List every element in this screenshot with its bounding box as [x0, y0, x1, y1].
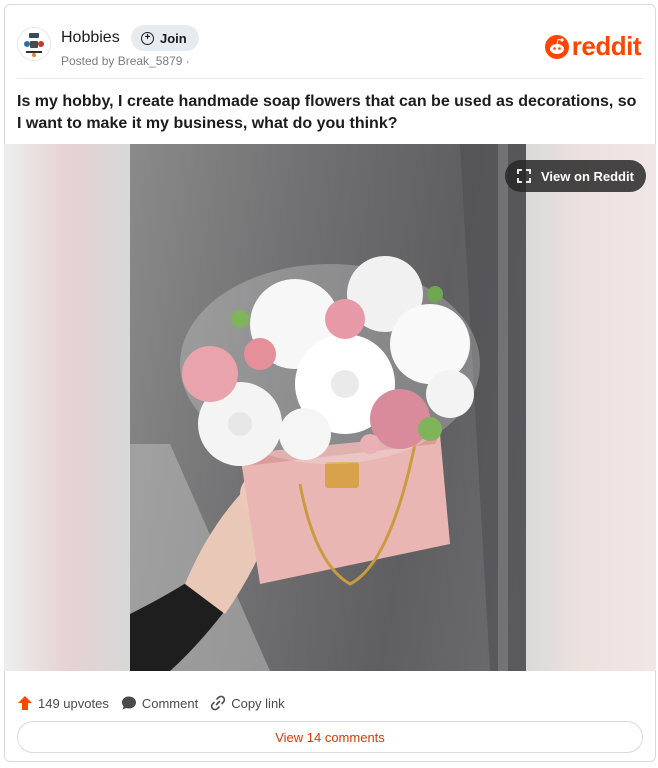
view-comments-button[interactable]: View 14 comments: [17, 721, 643, 753]
plus-circle-icon: +: [141, 31, 154, 45]
post-title[interactable]: Is my hobby, I create handmade soap flow…: [17, 91, 643, 135]
comment-button[interactable]: Comment: [121, 695, 198, 711]
header-divider: [17, 78, 643, 79]
brand-wordmark: reddit: [571, 31, 642, 61]
upvote-button[interactable]: 149 upvotes: [17, 695, 109, 711]
media-blur-right: [526, 144, 656, 671]
view-on-reddit-label: View on Reddit: [541, 168, 634, 184]
expand-icon: [517, 169, 531, 183]
link-icon: [211, 695, 226, 711]
media-blur-left: [4, 144, 130, 671]
comment-label: Comment: [141, 695, 199, 711]
flower-box-photo: [130, 144, 526, 671]
post-media[interactable]: View on Reddit: [4, 144, 656, 671]
join-label: Join: [160, 30, 187, 46]
subreddit-logo-icon[interactable]: [17, 27, 51, 61]
join-button[interactable]: + Join: [131, 25, 199, 51]
copy-link-label: Copy link: [231, 695, 285, 711]
posted-by[interactable]: Posted by Break_5879 ·: [61, 54, 190, 68]
subreddit-name[interactable]: Hobbies: [61, 29, 120, 47]
reddit-logo[interactable]: reddit: [544, 31, 642, 62]
post-actions: 149 upvotes Comment Copy link: [17, 695, 297, 711]
post-header: Hobbies + Join Posted by Break_5879 · re…: [17, 23, 643, 71]
upvote-arrow-icon: [18, 696, 32, 710]
copy-link-button[interactable]: Copy link: [210, 695, 285, 711]
post-image[interactable]: [130, 144, 526, 671]
reddit-snoo-icon: [544, 34, 569, 59]
view-on-reddit-button[interactable]: View on Reddit: [505, 160, 646, 192]
post-card: Hobbies + Join Posted by Break_5879 · re…: [4, 4, 656, 762]
comment-bubble-icon: [121, 696, 136, 710]
upvote-count: 149 upvotes: [38, 695, 109, 711]
